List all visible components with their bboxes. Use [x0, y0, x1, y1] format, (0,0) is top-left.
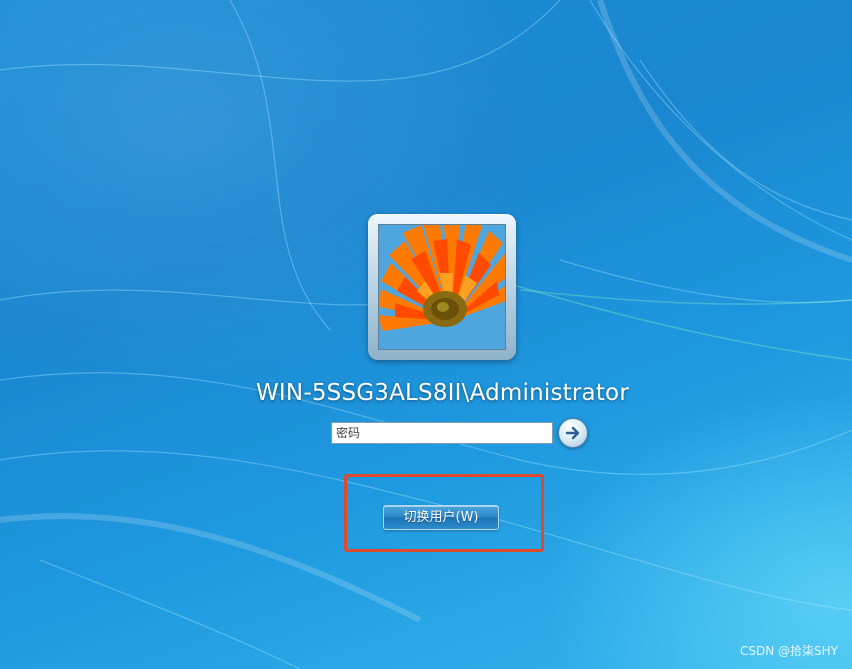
- switch-user-button[interactable]: 切换用户(W): [383, 505, 499, 530]
- password-input[interactable]: [331, 422, 553, 444]
- user-avatar-frame: [368, 214, 516, 360]
- username-label: WIN-5SSG3ALS8II\Administrator: [255, 380, 629, 406]
- submit-button[interactable]: [558, 418, 588, 448]
- watermark-text: CSDN @拾柒SHY: [740, 644, 838, 658]
- arrow-right-icon: [565, 426, 580, 440]
- flower-user-picture-icon: [378, 224, 506, 350]
